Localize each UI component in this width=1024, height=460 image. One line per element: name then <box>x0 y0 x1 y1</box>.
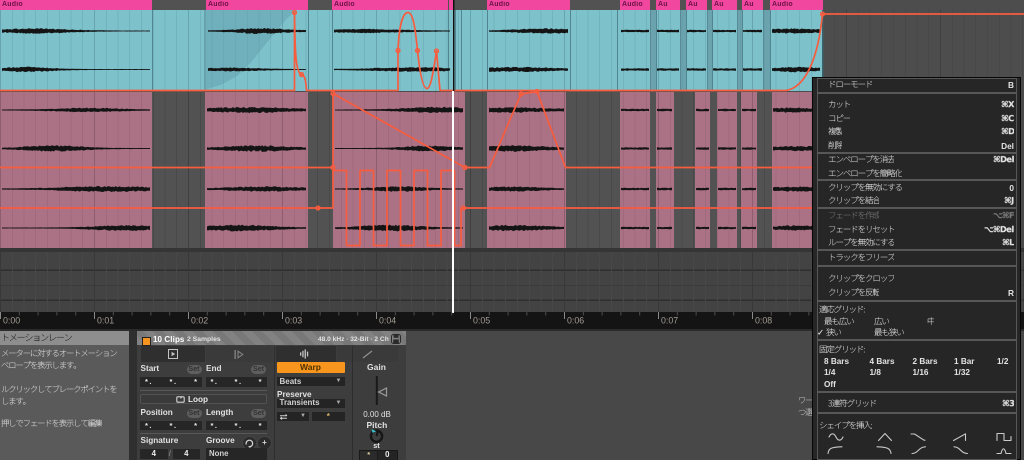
svg-text:0:03: 0:03 <box>285 316 302 326</box>
svg-text:0:05: 0:05 <box>473 316 490 326</box>
svg-text:0:02: 0:02 <box>191 316 208 326</box>
svg-text:0:00: 0:00 <box>3 316 20 326</box>
svg-text:0:07: 0:07 <box>661 316 678 326</box>
svg-text:0:06: 0:06 <box>567 316 584 326</box>
svg-text:0:04: 0:04 <box>379 316 396 326</box>
svg-text:0:01: 0:01 <box>97 316 114 326</box>
svg-text:0:08: 0:08 <box>755 316 772 326</box>
